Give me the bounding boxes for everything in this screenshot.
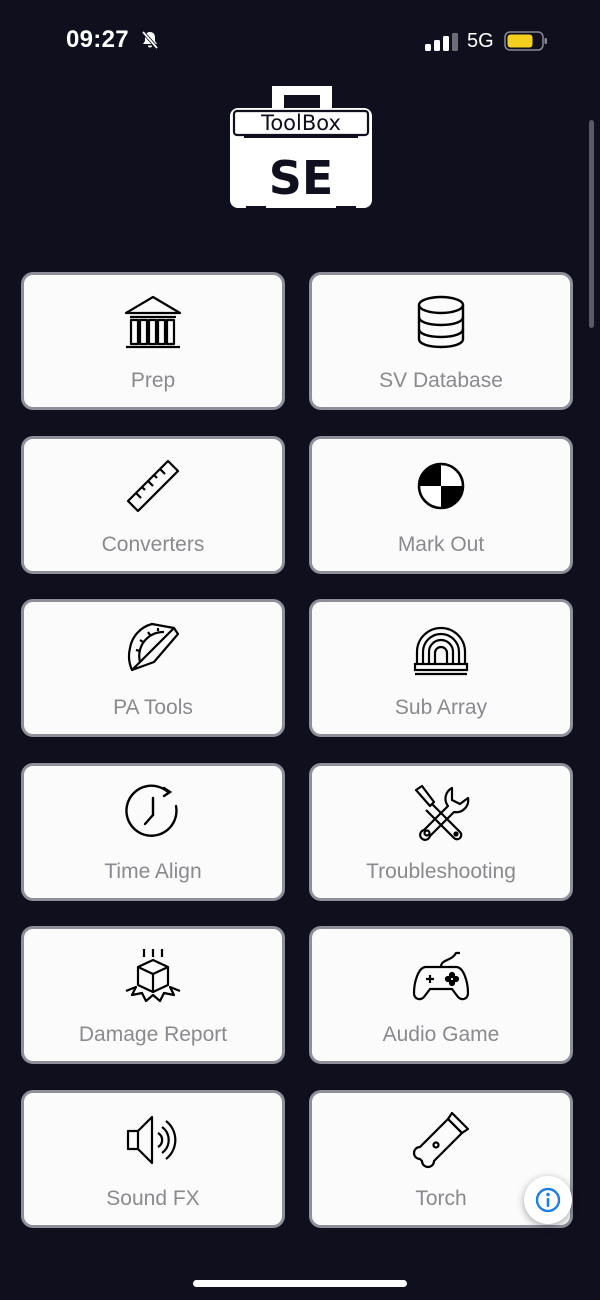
- tile-label: Sound FX: [106, 1187, 200, 1210]
- damaged-box-icon: [125, 949, 181, 1003]
- speaker-icon: [126, 1115, 177, 1165]
- tile-sub-array[interactable]: Sub Array: [309, 599, 573, 737]
- tile-converters[interactable]: Converters: [21, 436, 285, 574]
- sub-array-icon: [413, 626, 469, 676]
- database-icon: [417, 295, 465, 349]
- logo-text-se: SE: [269, 151, 334, 205]
- target-marker-icon: [417, 462, 465, 510]
- tile-label: Audio Game: [382, 1023, 500, 1046]
- info-button[interactable]: [524, 1176, 572, 1224]
- flashlight-icon: [412, 1111, 470, 1169]
- tile-label: Damage Report: [78, 1023, 228, 1046]
- battery-icon: [504, 31, 547, 51]
- tile-label: Converters: [101, 533, 205, 556]
- tile-time-align[interactable]: Time Align: [21, 763, 285, 901]
- toolbox-se-logo: ToolBox SE: [230, 86, 372, 210]
- tile-label: Prep: [130, 369, 176, 392]
- cellular-signal-icon: [425, 33, 458, 51]
- tile-label: Mark Out: [397, 533, 485, 556]
- library-icon: [124, 295, 182, 349]
- tile-damage-report[interactable]: Damage Report: [21, 926, 285, 1064]
- tile-label: Time Align: [104, 860, 202, 883]
- tile-prep[interactable]: Prep: [21, 272, 285, 410]
- network-type: 5G: [467, 30, 494, 52]
- tools-icon: [414, 784, 470, 841]
- tile-pa-tools[interactable]: PA Tools: [21, 599, 285, 737]
- protractor-icon: [127, 622, 180, 672]
- tile-label: Sub Array: [394, 696, 488, 719]
- tile-sound-fx[interactable]: Sound FX: [21, 1090, 285, 1228]
- logo-text-toolbox: ToolBox: [260, 111, 341, 135]
- clock-icon: [125, 784, 178, 837]
- tile-label: Troubleshooting: [366, 860, 516, 883]
- ruler-icon: [126, 459, 180, 513]
- tile-troubleshooting[interactable]: Troubleshooting: [309, 763, 573, 901]
- home-indicator[interactable]: [193, 1280, 407, 1287]
- status-time: 09:27: [66, 26, 129, 53]
- tile-label: SV Database: [379, 369, 503, 392]
- info-icon: [535, 1187, 561, 1213]
- tile-mark-out[interactable]: Mark Out: [309, 436, 573, 574]
- scrollbar[interactable]: [589, 120, 594, 328]
- status-bar: 09:27 5G: [0, 0, 600, 84]
- bell-muted-icon: [141, 30, 159, 50]
- tile-audio-game[interactable]: Audio Game: [309, 926, 573, 1064]
- tile-sv-database[interactable]: SV Database: [309, 272, 573, 410]
- gamepad-icon: [412, 951, 470, 1001]
- tile-label: PA Tools: [113, 696, 193, 719]
